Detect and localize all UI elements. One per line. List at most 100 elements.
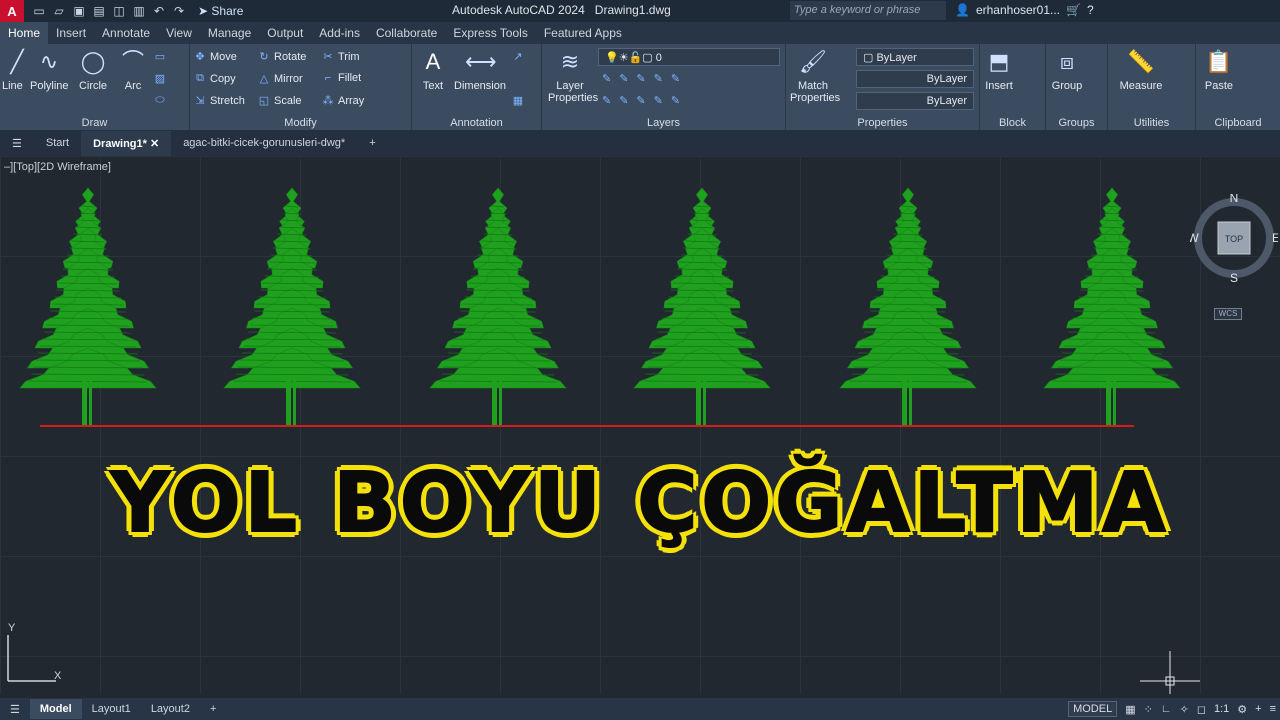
tab-output[interactable]: Output [259, 22, 311, 44]
scale-button[interactable]: ◱ Scale [258, 94, 302, 108]
osnap-icon[interactable]: ◻ [1197, 703, 1206, 716]
paste-button[interactable]: 📋 Paste [1202, 48, 1236, 92]
line-button[interactable]: ╱ Line [2, 48, 24, 92]
tab-model[interactable]: Model [29, 699, 82, 719]
wcs-menu[interactable]: WCS [1214, 308, 1242, 320]
tab-drawing1[interactable]: Drawing1* ✕ [81, 130, 172, 156]
polyline-button[interactable]: ∿ Polyline [30, 48, 69, 92]
circle-button[interactable]: ◯ Circle [76, 48, 110, 92]
help-icon[interactable]: ? [1087, 3, 1094, 17]
layer-dropdown[interactable]: 💡☀🔓▢ 0 [598, 48, 780, 66]
cart-icon[interactable]: 🛒 [1066, 3, 1081, 17]
lineweight-dropdown[interactable]: ByLayer [856, 92, 974, 110]
rotate-button[interactable]: ↻ Rotate [258, 50, 306, 64]
user-area[interactable]: 👤 erhanhoser01... 🛒 ? [955, 3, 1094, 17]
text-button[interactable]: A Text [418, 48, 448, 92]
viewcube-top[interactable]: TOP [1225, 234, 1243, 244]
add-icon[interactable]: + [1255, 703, 1261, 715]
drawing-canvas[interactable]: –][Top][2D Wireframe] YOL BOYU ÇOĞALTMA … [0, 156, 1280, 694]
tab-manage[interactable]: Manage [200, 22, 259, 44]
polar-icon[interactable]: ✧ [1180, 703, 1189, 716]
viewport-controls[interactable]: –][Top][2D Wireframe] [4, 161, 111, 173]
ortho-icon[interactable]: ∟ [1161, 703, 1172, 715]
tab-start[interactable]: Start [34, 131, 81, 155]
autocad-logo[interactable]: A [0, 0, 24, 22]
customize-icon[interactable]: ≡ [1270, 703, 1276, 715]
tab-collaborate[interactable]: Collaborate [368, 22, 445, 44]
groups-panel-title[interactable]: Groups [1046, 117, 1107, 129]
compass-w[interactable]: W [1190, 231, 1199, 245]
dimension-button[interactable]: ⟷ Dimension [452, 48, 508, 92]
redo-icon[interactable]: ↷ [172, 4, 186, 18]
open-icon[interactable]: ▱ [52, 4, 66, 18]
tab-home[interactable]: Home [0, 22, 49, 44]
plot-icon[interactable]: ▥ [132, 4, 146, 18]
grid-icon[interactable]: ▦ [1125, 703, 1135, 716]
undo-icon[interactable]: ↶ [152, 4, 166, 18]
pine-tree[interactable] [838, 186, 978, 426]
fillet-button[interactable]: ⌐ Fillet [322, 72, 361, 84]
tab-layout2[interactable]: Layout2 [141, 699, 200, 719]
search-input[interactable]: Type a keyword or phrase [790, 1, 946, 20]
insert-button[interactable]: ⬒ Insert [982, 48, 1016, 92]
measure-button[interactable]: 📏 Measure [1118, 48, 1164, 92]
tab-view[interactable]: View [158, 22, 200, 44]
layer-tools-row-2[interactable]: ✎✎✎✎✎ [602, 94, 688, 107]
copy-button[interactable]: ⧉ Copy [194, 72, 236, 85]
annotation-scale[interactable]: 1:1 [1214, 703, 1229, 715]
properties-panel-title[interactable]: Properties [786, 117, 979, 129]
annotation-panel-title[interactable]: Annotation [412, 117, 541, 129]
close-icon[interactable]: ✕ [150, 138, 159, 150]
compass-n[interactable]: N [1230, 194, 1239, 205]
layer-properties-button[interactable]: ≋ Layer Properties [548, 48, 598, 104]
modify-panel-title[interactable]: Modify [190, 117, 411, 129]
layer-tools-row-1[interactable]: ✎✎✎✎✎ [602, 72, 688, 85]
leader-button[interactable]: ↗ [512, 50, 524, 63]
pine-tree[interactable] [428, 186, 568, 426]
snap-icon[interactable]: ⁘ [1144, 703, 1153, 716]
group-button[interactable]: ⧈ Group [1050, 48, 1084, 92]
share-button[interactable]: ➤ Share [198, 4, 243, 18]
pine-tree[interactable] [222, 186, 362, 426]
add-layout-icon[interactable]: + [200, 699, 226, 719]
pine-tree[interactable] [1042, 186, 1182, 426]
tab-add-ins[interactable]: Add-ins [311, 22, 368, 44]
save-as-icon[interactable]: ▤ [92, 4, 106, 18]
tab-agac-bitki[interactable]: agac-bitki-cicek-gorunusleri-dwg* [171, 131, 357, 155]
menu-icon[interactable]: ☰ [0, 131, 34, 156]
arc-button[interactable]: ⌒ Arc [118, 48, 148, 92]
viewcube[interactable]: TOP N S W E [1190, 194, 1278, 282]
new-icon[interactable]: ▭ [32, 4, 46, 18]
pine-tree[interactable] [632, 186, 772, 426]
linetype-dropdown[interactable]: ByLayer [856, 70, 974, 88]
tab-featured-apps[interactable]: Featured Apps [536, 22, 630, 44]
stretch-button[interactable]: ⇲ Stretch [194, 94, 244, 108]
tab-insert[interactable]: Insert [48, 22, 94, 44]
pine-tree[interactable] [18, 186, 158, 426]
table-button[interactable]: ▦ [512, 94, 524, 107]
block-panel-title[interactable]: Block [980, 117, 1045, 129]
compass-s[interactable]: S [1230, 271, 1238, 282]
clipboard-panel-title[interactable]: Clipboard [1196, 117, 1280, 129]
layouts-menu-icon[interactable]: ☰ [0, 699, 30, 720]
hatch-button[interactable]: ▨ [154, 72, 166, 85]
tab-layout1[interactable]: Layout1 [82, 699, 141, 719]
tab-annotate[interactable]: Annotate [94, 22, 158, 44]
tab-express-tools[interactable]: Express Tools [445, 22, 535, 44]
draw-panel-title[interactable]: Draw [0, 117, 189, 129]
mirror-button[interactable]: △ Mirror [258, 72, 303, 86]
web-icon[interactable]: ◫ [112, 4, 126, 18]
utilities-panel-title[interactable]: Utilities [1108, 117, 1195, 129]
trim-button[interactable]: ✂ Trim [322, 50, 359, 64]
new-tab-icon[interactable]: + [357, 131, 387, 155]
move-button[interactable]: ✥ Move [194, 50, 237, 64]
match-properties-button[interactable]: 🖌 Match Properties [790, 48, 840, 104]
model-space-toggle[interactable]: MODEL [1068, 701, 1118, 717]
settings-icon[interactable]: ⚙ [1237, 703, 1247, 716]
compass-e[interactable]: E [1272, 231, 1278, 245]
user-name[interactable]: erhanhoser01... [976, 3, 1060, 17]
rectangle-button[interactable]: ▭ [154, 50, 166, 63]
ellipse-button[interactable]: ⬭ [154, 94, 166, 107]
array-button[interactable]: ⁂ Array [322, 94, 365, 108]
save-icon[interactable]: ▣ [72, 4, 86, 18]
